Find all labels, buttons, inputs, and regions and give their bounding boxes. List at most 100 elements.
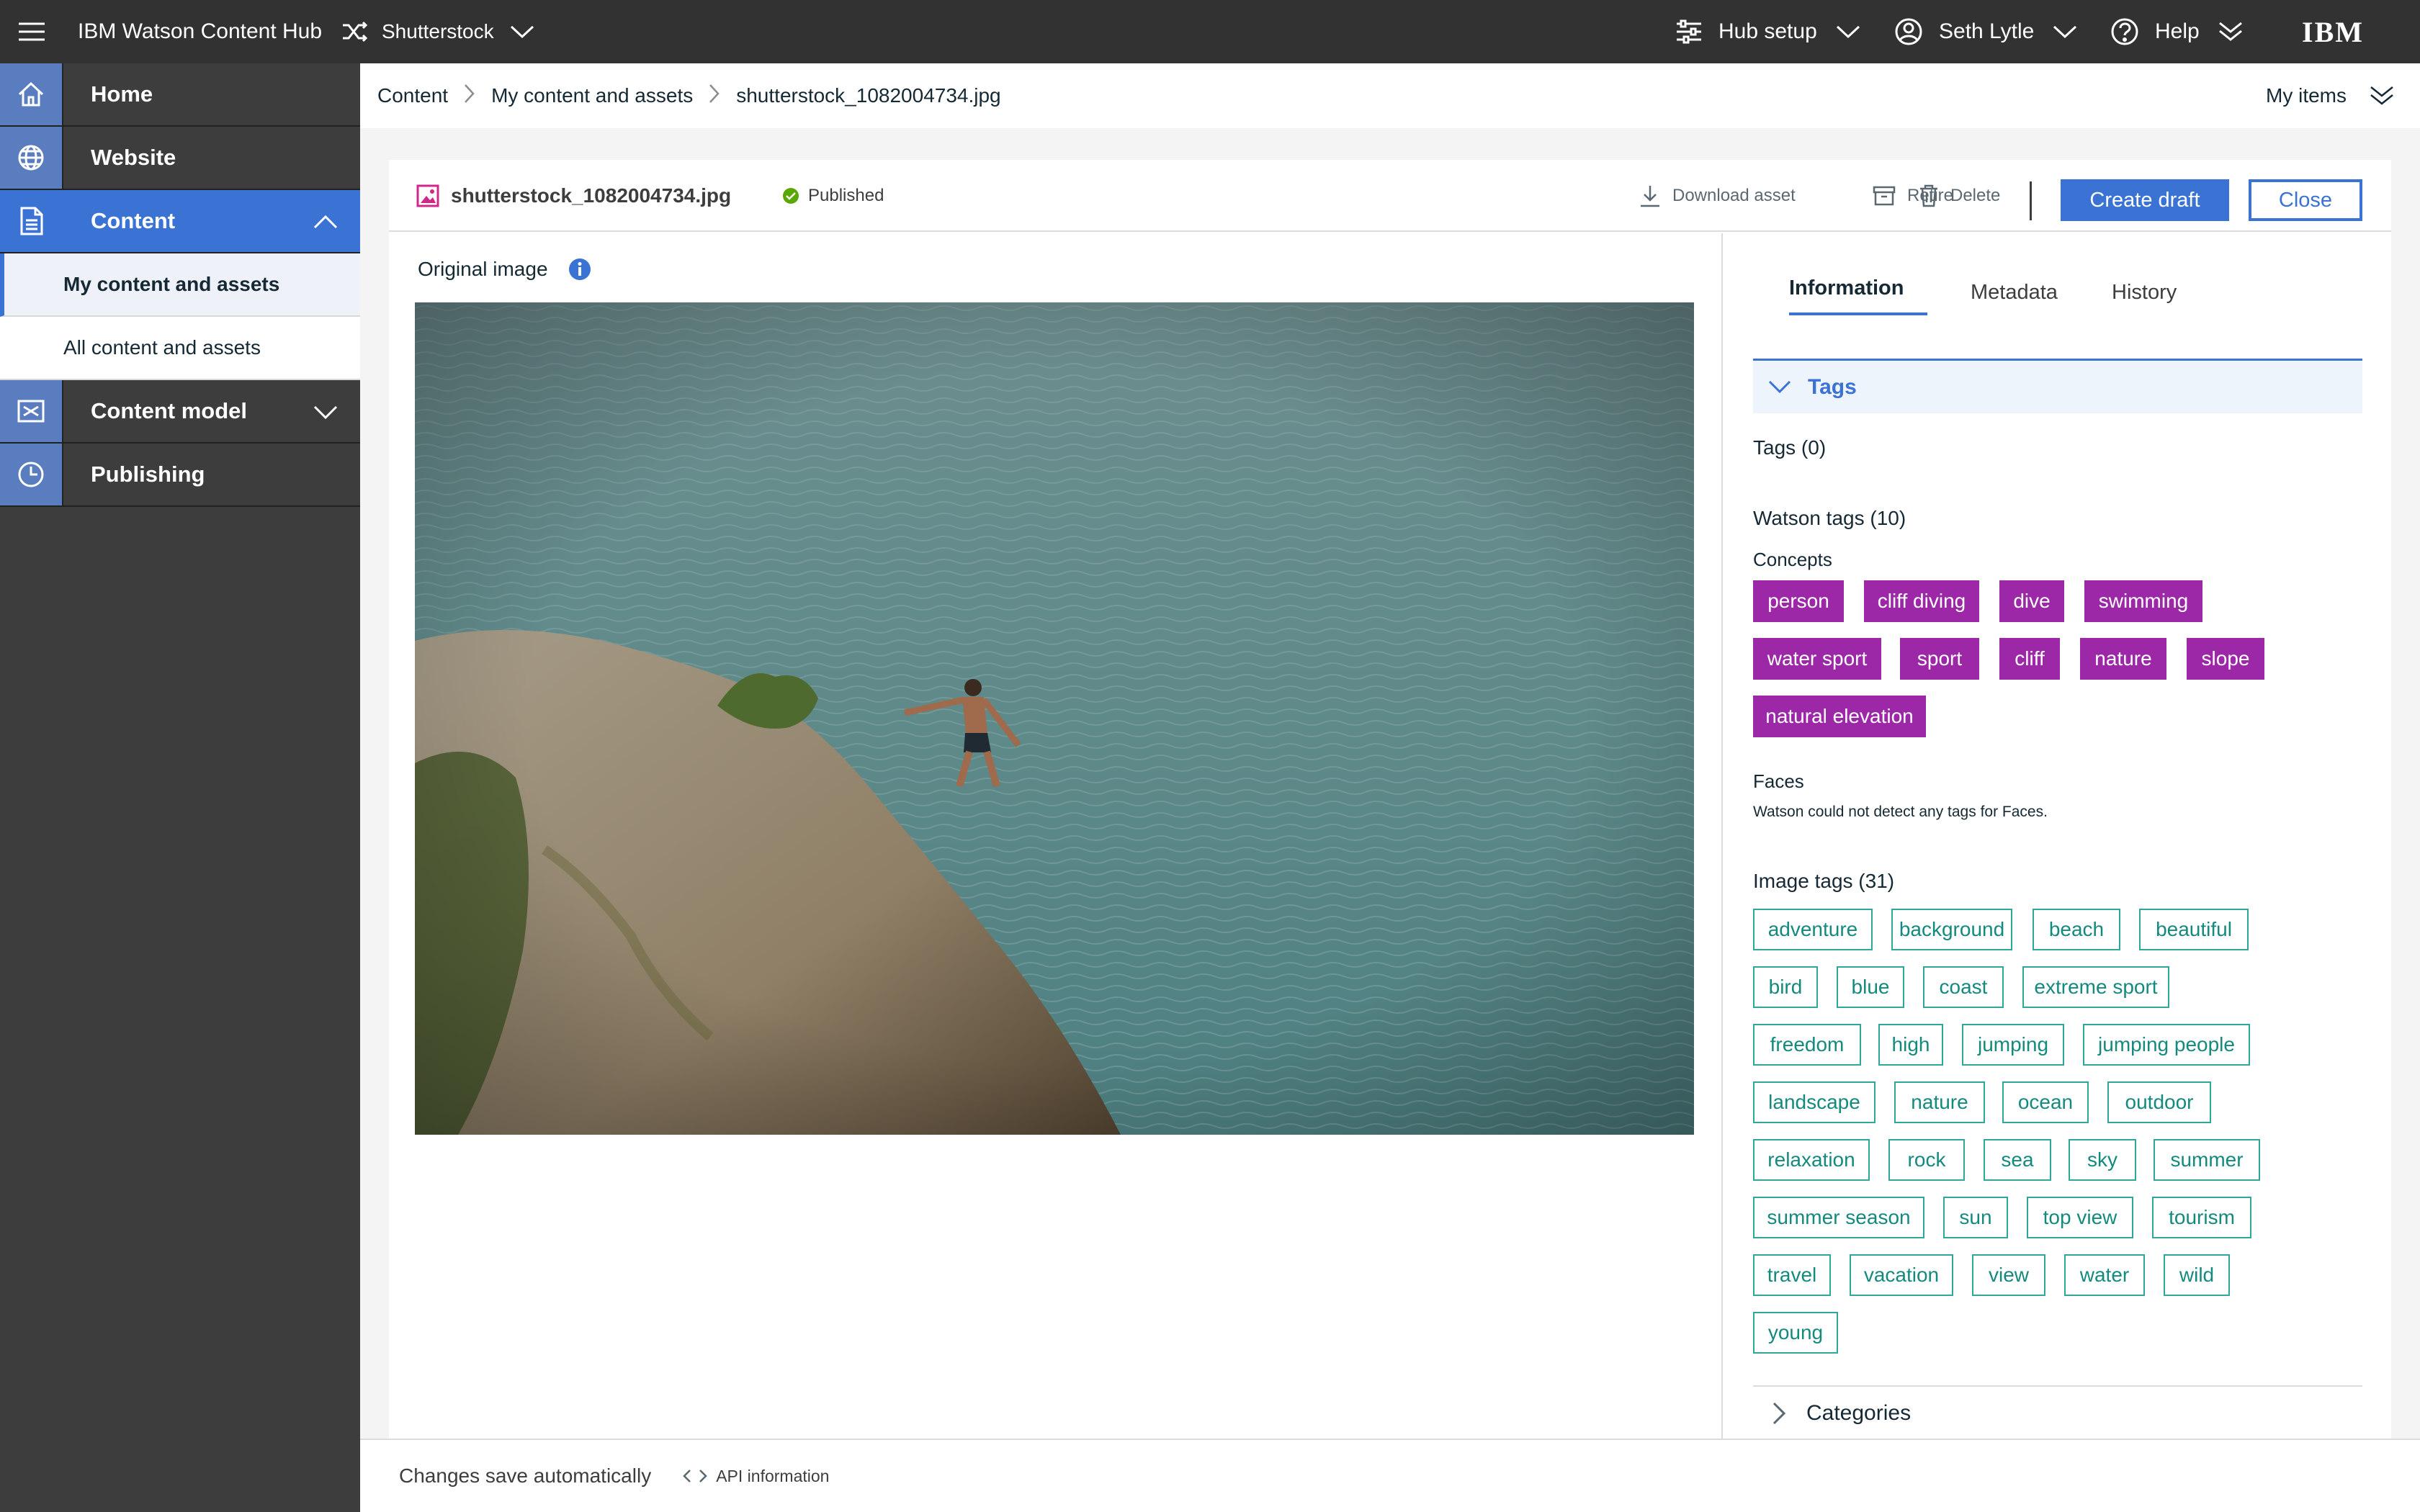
image-tag[interactable]: outdoor	[2107, 1081, 2211, 1123]
user-name: Seth Lytle	[1939, 19, 2035, 43]
image-tag[interactable]: landscape	[1753, 1081, 1876, 1123]
image-tag[interactable]: tourism	[2152, 1197, 2251, 1238]
image-tag[interactable]: summer season	[1753, 1197, 1924, 1238]
chevron-right-icon	[709, 84, 720, 109]
tab-history[interactable]: History	[2112, 281, 2177, 305]
sidebar-item-content[interactable]: Content	[0, 190, 360, 253]
clock-icon	[0, 444, 63, 505]
hub-setup-label: Hub setup	[1718, 19, 1817, 43]
sidebar-item-label: Content model	[91, 398, 247, 423]
image-tag[interactable]: top view	[2027, 1197, 2133, 1238]
image-tag[interactable]: freedom	[1753, 1024, 1861, 1066]
asset-header: shutterstock_1082004734.jpg Published Do…	[389, 160, 2391, 232]
app-title[interactable]: IBM Watson Content Hub	[78, 0, 322, 63]
image-tag[interactable]: beach	[2033, 909, 2120, 950]
create-draft-button[interactable]: Create draft	[2061, 179, 2229, 221]
image-tag[interactable]: rock	[1888, 1139, 1965, 1181]
concept-tag[interactable]: water sport	[1753, 638, 1881, 680]
tab-metadata[interactable]: Metadata	[1971, 281, 2058, 305]
concept-tag[interactable]: natural elevation	[1753, 696, 1926, 737]
image-tag[interactable]: extreme sport	[2022, 966, 2169, 1008]
sidebar-subitem-my-content[interactable]: My content and assets	[0, 253, 360, 317]
code-icon	[683, 1470, 707, 1482]
image-tag[interactable]: travel	[1753, 1254, 1831, 1296]
concept-tag[interactable]: cliff diving	[1864, 580, 1979, 622]
concept-tag[interactable]: slope	[2187, 638, 2264, 680]
hub-setup-menu[interactable]: Hub setup	[1675, 0, 1860, 63]
image-tag[interactable]: jumping people	[2083, 1024, 2250, 1066]
trash-icon	[1920, 184, 1937, 207]
image-tag[interactable]: coast	[1923, 966, 2004, 1008]
info-icon[interactable]	[568, 258, 591, 281]
breadcrumb-item[interactable]: My content and assets	[491, 84, 693, 107]
globe-icon	[0, 127, 63, 189]
help-icon	[2111, 18, 2138, 45]
model-icon	[0, 380, 63, 442]
preview-label-row: Original image	[418, 258, 591, 281]
concept-tag[interactable]: cliff	[1999, 638, 2060, 680]
breadcrumb-item[interactable]: Content	[377, 84, 448, 107]
concept-tag[interactable]: dive	[1999, 580, 2064, 622]
delete-button[interactable]: Delete	[1919, 160, 2000, 232]
image-tag[interactable]: blue	[1837, 966, 1904, 1008]
help-label: Help	[2155, 19, 2200, 43]
image-tag[interactable]: background	[1891, 909, 2012, 950]
image-tag[interactable]: summer	[2154, 1139, 2260, 1181]
sidebar-item-website[interactable]: Website	[0, 127, 360, 190]
concept-tag[interactable]: nature	[2080, 638, 2166, 680]
tags-accordion-header[interactable]: Tags	[1753, 359, 2362, 413]
download-icon	[1641, 186, 1659, 207]
top-bar: IBM Watson Content Hub Shutterstock Hub …	[0, 0, 2420, 63]
sidebar-item-publishing[interactable]: Publishing	[0, 444, 360, 507]
breadcrumb-item-current: shutterstock_1082004734.jpg	[736, 84, 1001, 107]
source-switcher[interactable]: Shutterstock	[341, 0, 534, 63]
image-tag[interactable]: sea	[1984, 1139, 2051, 1181]
image-tag[interactable]: sky	[2069, 1139, 2136, 1181]
chevron-down-icon[interactable]	[313, 399, 339, 425]
sidebar-subitem-all-content[interactable]: All content and assets	[0, 317, 360, 380]
api-information-link[interactable]: API information	[683, 1467, 829, 1486]
close-button[interactable]: Close	[2249, 179, 2362, 221]
concept-tag[interactable]: person	[1753, 580, 1844, 622]
active-tab-indicator	[1789, 312, 1927, 315]
my-items-menu[interactable]: My items	[2266, 63, 2394, 128]
image-tag[interactable]: bird	[1753, 966, 1818, 1008]
check-circle-icon	[783, 188, 799, 204]
help-menu[interactable]: Help	[2110, 0, 2243, 63]
shuffle-icon	[343, 21, 367, 42]
image-tag[interactable]: jumping	[1962, 1024, 2064, 1066]
my-items-label: My items	[2266, 84, 2347, 107]
image-file-icon	[416, 184, 439, 207]
details-pane: Information Metadata History Tags Tags (…	[1724, 233, 2391, 1440]
concept-tag[interactable]: swimming	[2084, 580, 2202, 622]
image-tag[interactable]: adventure	[1753, 909, 1873, 950]
image-tag[interactable]: water	[2064, 1254, 2145, 1296]
image-tag[interactable]: vacation	[1850, 1254, 1953, 1296]
asset-preview-image	[415, 302, 1694, 1135]
image-tag[interactable]: ocean	[2002, 1081, 2089, 1123]
categories-accordion-header[interactable]: Categories	[1753, 1385, 2362, 1440]
sidebar-item-content-model[interactable]: Content model	[0, 380, 360, 444]
image-tag[interactable]: high	[1878, 1024, 1943, 1066]
tags-section-title: Tags	[1808, 374, 1857, 399]
chevron-down-icon	[510, 25, 534, 39]
chevron-right-icon	[464, 84, 475, 109]
watson-tags-label: Watson tags (10)	[1753, 507, 1906, 529]
chevron-up-icon[interactable]	[313, 209, 339, 235]
image-tags-label: Image tags (31)	[1753, 870, 1895, 892]
image-tag[interactable]: view	[1972, 1254, 2045, 1296]
image-tag[interactable]: relaxation	[1753, 1139, 1870, 1181]
image-tag[interactable]: beautiful	[2139, 909, 2249, 950]
download-asset-button[interactable]: Download asset	[1639, 160, 1796, 232]
sliders-icon	[1677, 19, 1701, 44]
image-tag[interactable]: young	[1753, 1312, 1838, 1354]
sidebar-item-home[interactable]: Home	[0, 63, 360, 127]
menu-icon[interactable]	[17, 0, 46, 63]
image-tag[interactable]: sun	[1943, 1197, 2008, 1238]
image-tag[interactable]: nature	[1894, 1081, 1985, 1123]
user-menu[interactable]: Seth Lytle	[1894, 0, 2077, 63]
image-tag[interactable]: wild	[2164, 1254, 2230, 1296]
concept-tag[interactable]: sport	[1900, 638, 1979, 680]
tab-information[interactable]: Information	[1789, 276, 1904, 300]
footer-bar: Changes save automatically API informati…	[360, 1439, 2420, 1512]
